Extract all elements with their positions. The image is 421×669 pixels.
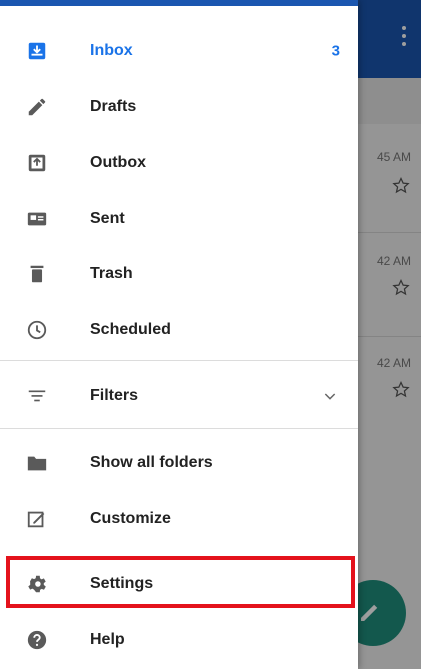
drawer-item-sent[interactable]: Sent: [0, 191, 358, 247]
drawer-item-label: Filters: [90, 387, 139, 404]
clock-icon: [24, 317, 50, 343]
drawer-item-label: Settings: [90, 575, 154, 592]
outbox-icon: [24, 150, 50, 176]
edit-box-icon: [24, 506, 50, 532]
navigation-drawer: Inbox 3 Drafts Outbox Sent Trash Schedul…: [0, 0, 358, 669]
drawer-item-drafts[interactable]: Drafts: [0, 79, 358, 135]
drawer-item-label: Inbox: [90, 42, 133, 59]
unread-count-badge: 3: [331, 42, 340, 60]
drawer-item-inbox[interactable]: Inbox 3: [0, 23, 358, 79]
drawer-item-label: Drafts: [90, 98, 137, 115]
trash-icon: [24, 261, 50, 287]
drawer-item-label: Scheduled: [90, 321, 171, 338]
folder-icon: [24, 450, 50, 476]
drawer-item-help[interactable]: Help: [0, 612, 358, 668]
drawer-divider: [0, 428, 358, 429]
sent-icon: [24, 206, 50, 232]
drawer-item-outbox[interactable]: Outbox: [0, 135, 358, 191]
drawer-item-label: Help: [90, 631, 125, 648]
filter-icon: [24, 383, 50, 409]
drawer-item-filters[interactable]: Filters: [0, 368, 358, 424]
drawer-item-label: Sent: [90, 210, 125, 227]
inbox-icon: [24, 38, 50, 64]
drawer-item-customize[interactable]: Customize: [0, 491, 358, 547]
drawer-item-show-all-folders[interactable]: Show all folders: [0, 435, 358, 491]
gear-icon: [24, 571, 50, 597]
drawer-item-trash[interactable]: Trash: [0, 246, 358, 302]
chevron-down-icon[interactable]: [322, 388, 338, 404]
drawer-item-label: Show all folders: [90, 454, 213, 471]
drawer-item-label: Outbox: [90, 154, 146, 171]
drawer-top-accent: [0, 0, 358, 6]
drawer-divider: [0, 360, 358, 361]
pencil-icon: [24, 94, 50, 120]
drawer-item-label: Customize: [90, 510, 171, 527]
help-icon: [24, 627, 50, 653]
drawer-item-scheduled[interactable]: Scheduled: [0, 302, 358, 358]
drawer-item-label: Trash: [90, 265, 133, 282]
drawer-item-settings[interactable]: Settings: [0, 556, 358, 612]
